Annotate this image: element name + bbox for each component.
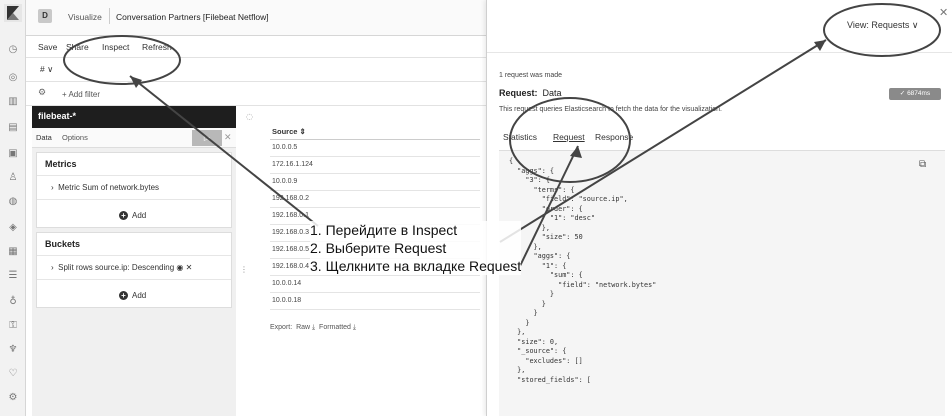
recent-icon[interactable]: ◷	[7, 44, 19, 56]
monitoring-icon[interactable]: ♡	[7, 368, 19, 380]
infrastructure-icon[interactable]: ◈	[7, 222, 19, 234]
index-pattern-title: filebeat-*	[32, 106, 236, 128]
table-row: 10.0.0.5	[270, 140, 480, 157]
add-icon: +	[119, 211, 128, 220]
apply-changes-button[interactable]: ▷	[192, 130, 222, 146]
download-icon: ⤓	[352, 324, 357, 331]
buckets-title: Buckets	[45, 239, 81, 249]
top-nav-menu: Save Share Inspect Refresh	[26, 36, 486, 58]
table-row: 172.16.1.124	[270, 157, 480, 174]
export-raw-link[interactable]: Raw ⤓	[296, 324, 315, 331]
view-selector[interactable]: View: Requests ∨	[847, 20, 918, 31]
ml-icon[interactable]: ◍	[7, 196, 19, 208]
tab-options[interactable]: Options	[62, 133, 88, 142]
discard-icon[interactable]: ✕	[224, 132, 232, 143]
siem-icon[interactable]: ⚿	[7, 320, 19, 332]
space-avatar[interactable]: D	[38, 9, 52, 23]
logs-icon[interactable]: ▦	[7, 246, 19, 258]
save-button[interactable]: Save	[38, 42, 57, 52]
uptime-icon[interactable]: ♁	[7, 296, 19, 308]
request-json: { "aggs": { "3": { "terms": { "field": "…	[509, 157, 657, 384]
dashboard-icon[interactable]: ▤	[7, 122, 19, 134]
table-row: 10.0.0.18	[270, 293, 480, 310]
kibana-logo[interactable]	[4, 4, 22, 22]
metrics-add-button[interactable]: + Add	[119, 211, 146, 220]
share-button[interactable]: Share	[66, 42, 89, 52]
filter-bar: ⚙ + Add filter	[26, 82, 486, 106]
request-title: Request: Data	[499, 88, 562, 98]
inspect-flyout: ✕ View: Requests ∨ 1 request was made Re…	[486, 0, 952, 416]
annotation-step-1: 1. Перейдите в Inspect	[310, 222, 458, 238]
management-icon[interactable]: ⚙	[7, 392, 19, 404]
editor-tabs: Data Options ▷ ✕	[32, 128, 236, 148]
table-row: 10.0.0.14	[270, 276, 480, 293]
export-formatted-link[interactable]: Formatted ⤓	[319, 324, 356, 331]
query-bar[interactable]: # ∨	[26, 58, 486, 82]
tab-request[interactable]: Request	[553, 132, 585, 142]
tab-data[interactable]: Data	[36, 133, 52, 142]
filter-settings-icon[interactable]: ⚙	[38, 88, 46, 98]
breadcrumb-divider	[109, 8, 110, 24]
maps-icon[interactable]: ♙	[7, 172, 19, 184]
loading-icon: ◌	[246, 112, 253, 121]
add-filter-button[interactable]: + Add filter	[62, 90, 100, 99]
devtools-icon[interactable]: ♆	[7, 344, 19, 356]
request-description: This request queries Elasticsearch to fe…	[499, 106, 722, 113]
toggle-visibility-icon[interactable]: ◉	[176, 263, 183, 272]
query-language-toggle[interactable]: # ∨	[40, 64, 53, 75]
tab-statistics[interactable]: Statistics	[503, 132, 537, 142]
canvas-icon[interactable]: ▣	[7, 148, 19, 160]
inspect-button[interactable]: Inspect	[102, 42, 129, 52]
discover-icon[interactable]: ◎	[7, 72, 19, 84]
table-row: 10.0.0.9	[270, 174, 480, 191]
download-icon: ⤓	[312, 324, 316, 331]
table-row: 192.168.0.2	[270, 191, 480, 208]
add-icon: +	[119, 291, 128, 300]
metrics-panel: Metrics › Metric Sum of network.bytes + A…	[36, 152, 232, 228]
visualize-icon[interactable]: ▥	[7, 96, 19, 108]
close-icon[interactable]: ✕	[939, 6, 948, 19]
duration-badge: ✓ 6874ms	[889, 88, 941, 100]
refresh-button[interactable]: Refresh	[142, 42, 172, 52]
remove-bucket-icon[interactable]: ✕	[186, 263, 193, 272]
annotation-steps: 1. Перейдите в Inspect 2. Выберите Reque…	[310, 221, 522, 275]
requests-count: 1 request was made	[499, 72, 563, 79]
metric-item[interactable]: › Metric Sum of network.bytes	[51, 183, 159, 192]
breadcrumb-visualize[interactable]: Visualize	[68, 12, 102, 22]
apm-icon[interactable]: ☰	[7, 270, 19, 282]
bucket-item[interactable]: › Split rows source.ip: Descending ◉ ✕	[51, 263, 192, 272]
column-header-source[interactable]: Source ⇕	[270, 122, 480, 140]
visualization-editor: filebeat-* Data Options ▷ ✕ Metrics › Me…	[32, 106, 236, 416]
buckets-add-button[interactable]: + Add	[119, 291, 146, 300]
buckets-panel: Buckets › Split rows source.ip: Descendi…	[36, 232, 232, 308]
annotation-step-2: 2. Выберите Request	[310, 240, 447, 256]
copy-icon[interactable]: ⧉	[919, 159, 926, 170]
metrics-title: Metrics	[45, 159, 77, 169]
annotation-step-3: 3. Щелкните на вкладке Request	[310, 258, 522, 274]
tab-response[interactable]: Response	[595, 132, 633, 142]
nav-rail: ◷ ◎ ▥ ▤ ▣ ♙ ◍ ◈ ▦ ☰ ♁ ⚿ ♆ ♡ ⚙	[0, 0, 26, 416]
request-code-block[interactable]: ⧉ { "aggs": { "3": { "terms": { "field":…	[499, 150, 945, 416]
breadcrumb-current: Conversation Partners [Filebeat Netflow]	[116, 12, 269, 22]
chevron-down-icon: ∨	[911, 20, 919, 30]
export-bar: Export: Raw ⤓ Formatted ⤓	[270, 324, 357, 331]
